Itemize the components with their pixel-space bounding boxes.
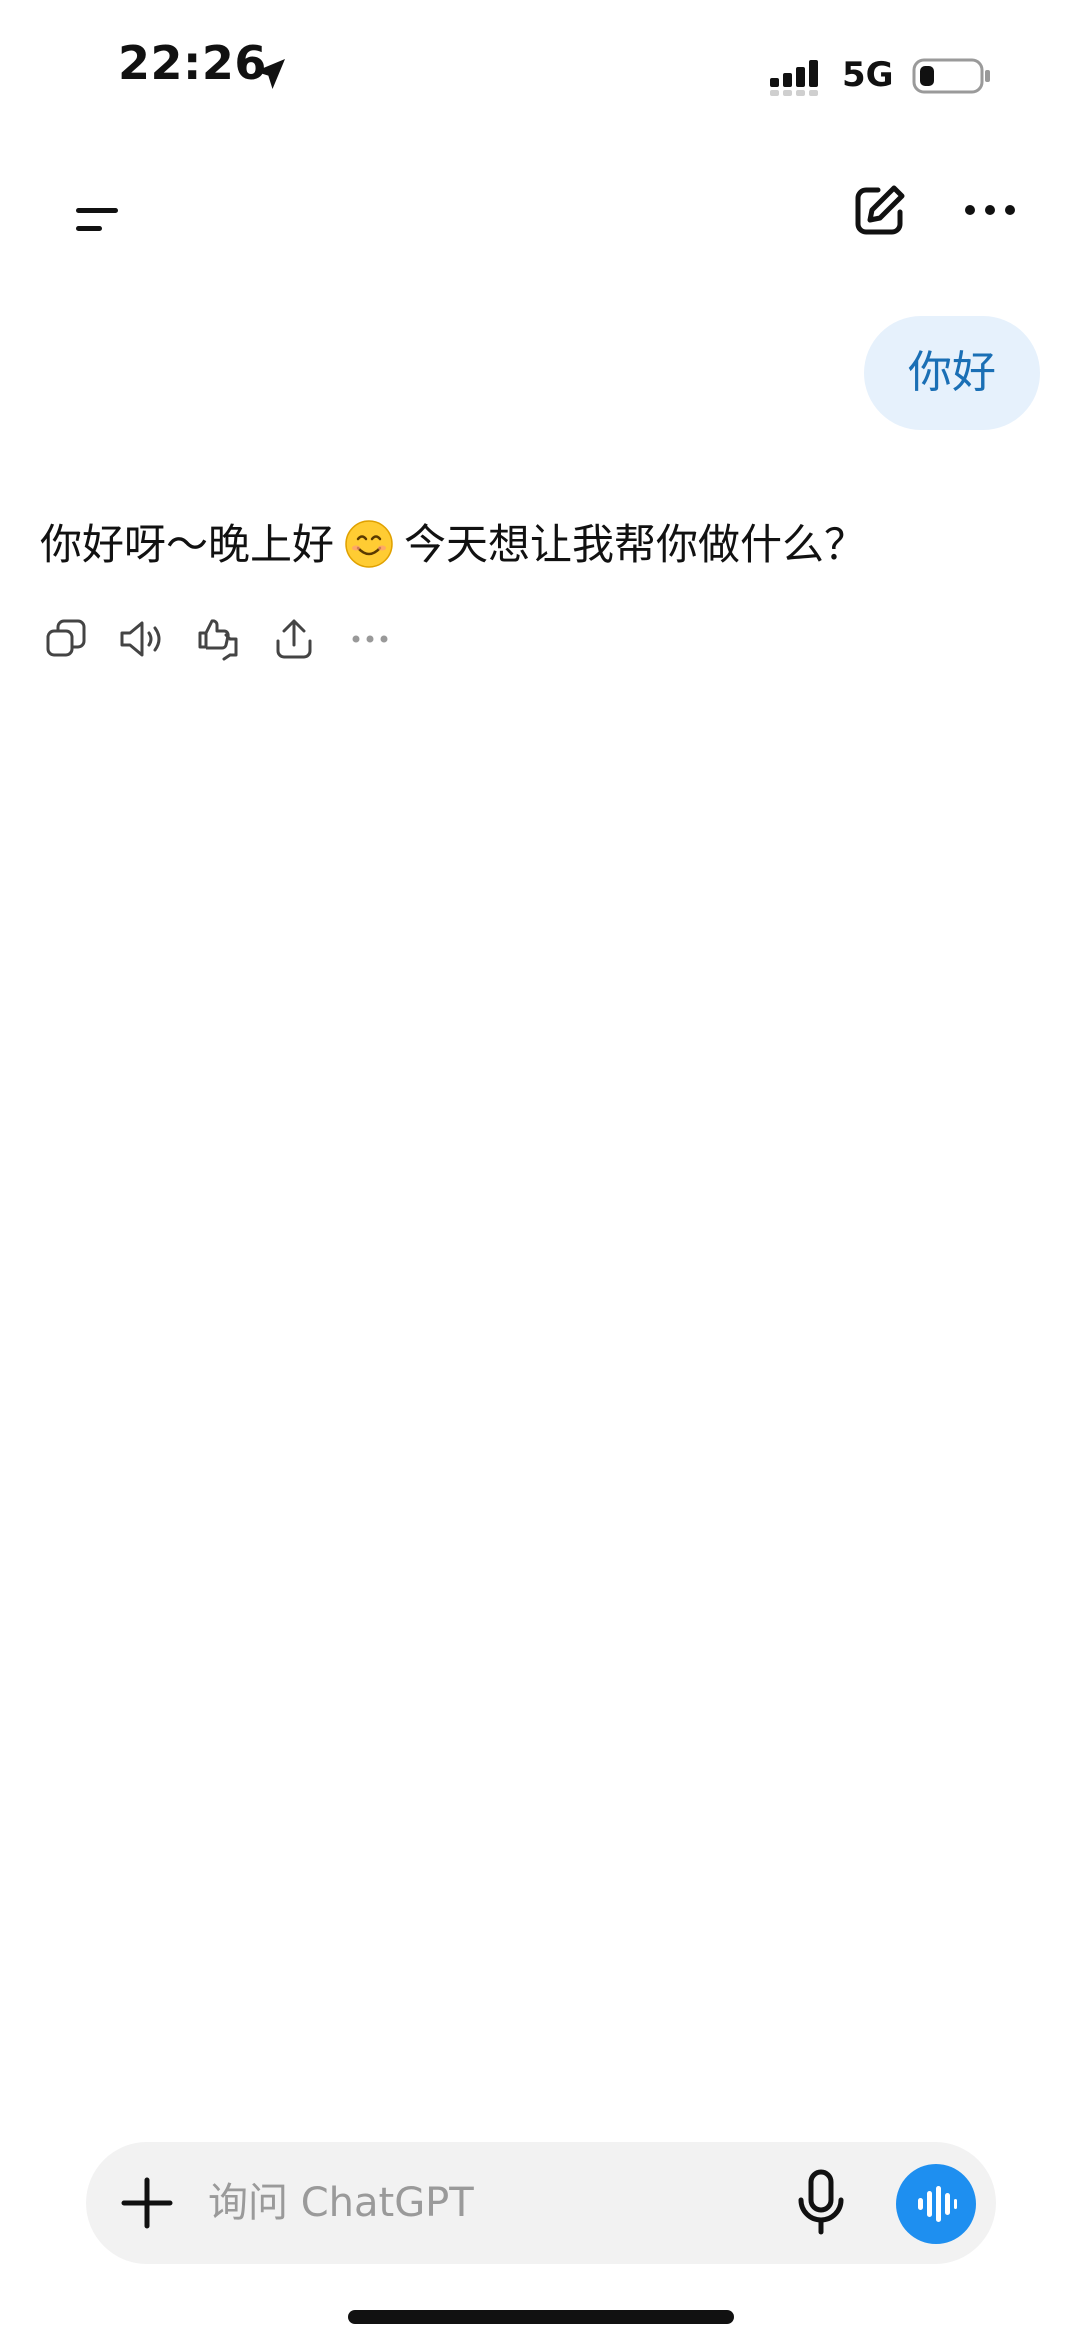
chat-input[interactable] xyxy=(208,2164,768,2242)
more-actions-button[interactable] xyxy=(344,613,396,665)
battery-icon xyxy=(912,58,990,94)
voice-mode-button[interactable] xyxy=(896,2164,976,2244)
share-button[interactable] xyxy=(268,613,320,665)
voice-waveform-icon xyxy=(918,2186,957,2222)
copy-icon xyxy=(46,619,86,657)
menu-icon[interactable] xyxy=(72,200,122,240)
assistant-message: 你好呀～晚上好 今天想让我帮你做什么？ xyxy=(40,515,1040,575)
smiling-face-emoji-icon xyxy=(345,520,393,568)
status-bar: 22:26 5G xyxy=(0,0,1080,140)
top-nav xyxy=(0,150,1080,260)
location-arrow-icon xyxy=(255,59,285,89)
message-action-row xyxy=(40,612,396,666)
plus-icon[interactable] xyxy=(116,2172,178,2234)
signal-icon xyxy=(770,60,818,96)
new-chat-edit-icon[interactable] xyxy=(850,180,910,240)
more-icon[interactable] xyxy=(960,190,1020,230)
network-label: 5G xyxy=(842,55,894,95)
status-time: 22:26 xyxy=(118,36,267,90)
feedback-button[interactable] xyxy=(192,613,244,665)
composer xyxy=(86,2142,996,2264)
more-icon xyxy=(352,635,388,643)
user-message-bubble: 你好 xyxy=(864,316,1040,430)
assistant-message-text-1: 你好呀～晚上好 xyxy=(40,520,335,569)
copy-button[interactable] xyxy=(40,613,92,665)
home-indicator[interactable] xyxy=(348,2310,734,2324)
read-aloud-icon xyxy=(120,621,161,657)
share-icon xyxy=(276,619,312,659)
read-aloud-button[interactable] xyxy=(116,613,168,665)
microphone-icon[interactable] xyxy=(792,2168,850,2238)
thumbs-up-down-icon xyxy=(198,619,238,661)
assistant-message-text-2: 今天想让我帮你做什么？ xyxy=(404,520,867,569)
